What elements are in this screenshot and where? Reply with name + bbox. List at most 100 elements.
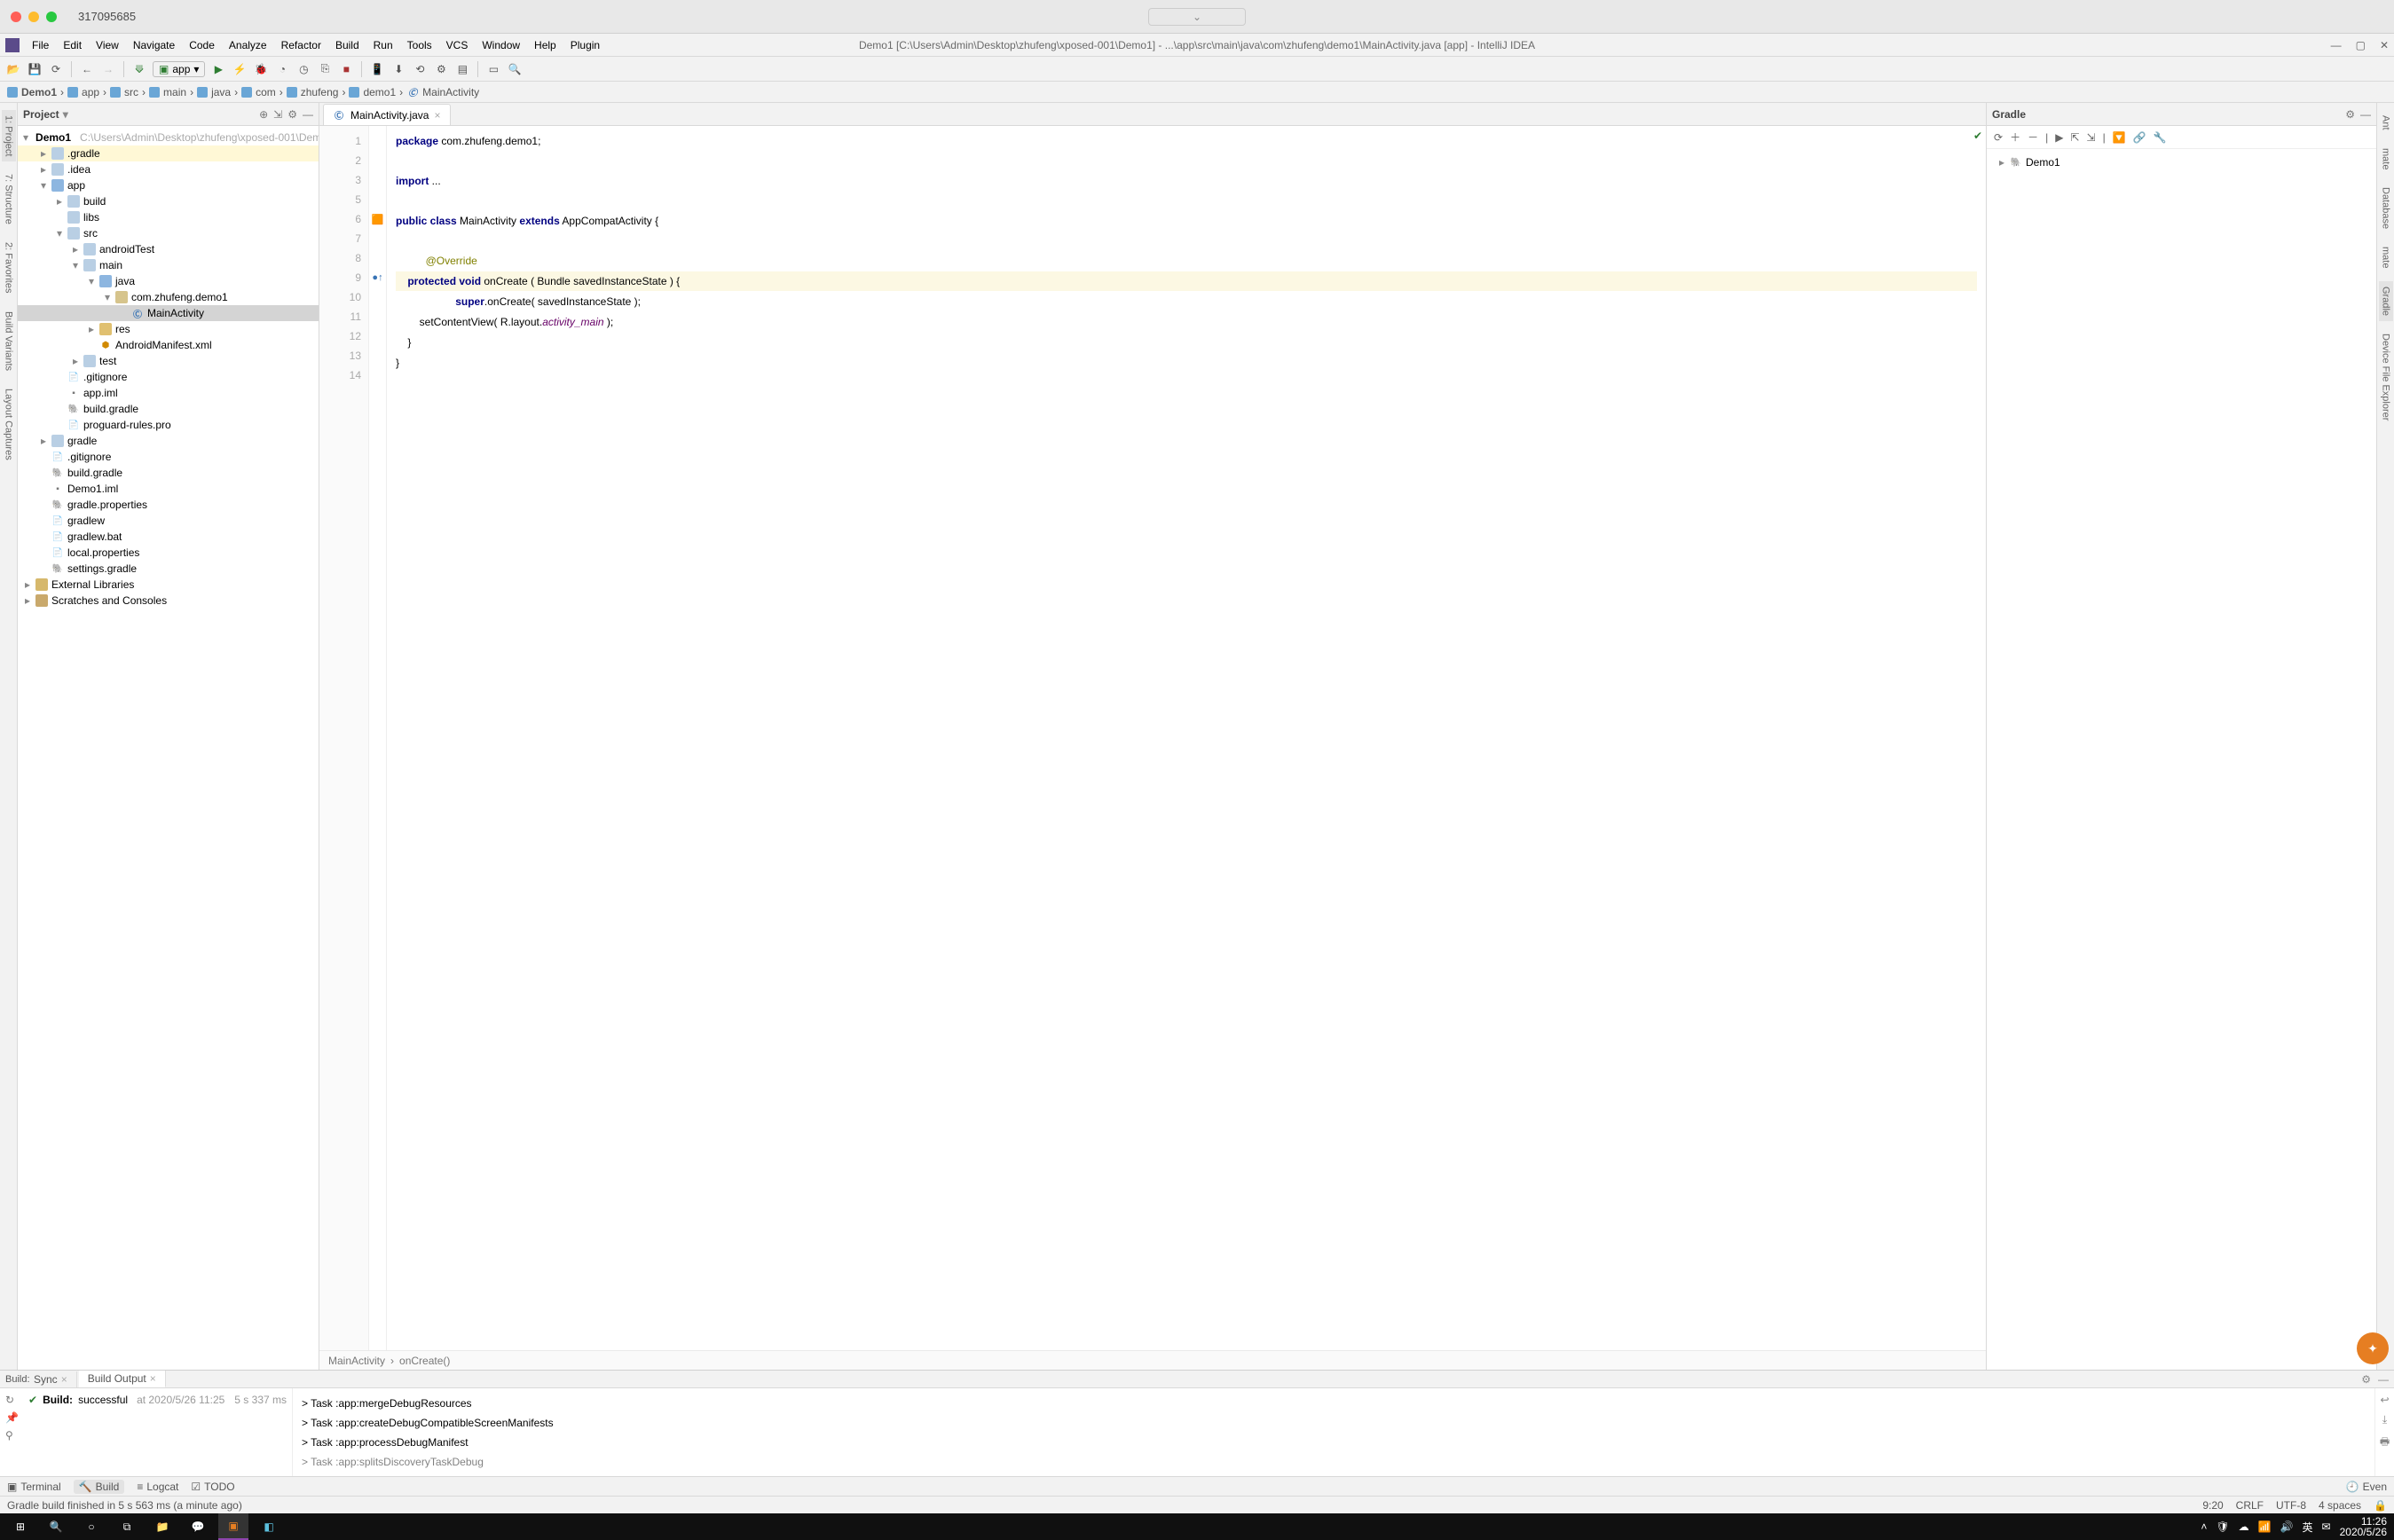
- stop-button[interactable]: ■: [338, 61, 354, 77]
- close-window-button[interactable]: [11, 12, 21, 22]
- related-xml-icon[interactable]: 🟧: [369, 209, 386, 229]
- run-config-selector[interactable]: ▣ app ▾: [153, 61, 205, 77]
- search-icon[interactable]: 🔍: [507, 61, 523, 77]
- tab-mate1[interactable]: mate: [2379, 143, 2393, 175]
- avd-icon[interactable]: 📱: [369, 61, 385, 77]
- tray-cloud-icon[interactable]: ☁: [2239, 1520, 2249, 1533]
- tree-appiml[interactable]: ▪app.iml: [18, 385, 319, 401]
- tab-database[interactable]: Database: [2379, 182, 2393, 234]
- tab-gradle[interactable]: Gradle: [2379, 281, 2393, 321]
- menu-help[interactable]: Help: [529, 36, 562, 54]
- filter-icon[interactable]: ⚲: [5, 1429, 23, 1442]
- build-output-pane[interactable]: > Task :app:mergeDebugResources > Task :…: [293, 1388, 2374, 1477]
- crumb-com[interactable]: com: [241, 86, 276, 98]
- menu-tools[interactable]: Tools: [402, 36, 437, 54]
- app-button[interactable]: ◧: [254, 1513, 284, 1540]
- wrench-icon[interactable]: 🔧: [2154, 131, 2167, 144]
- profile-icon[interactable]: ◷: [295, 61, 311, 77]
- menu-vcs[interactable]: VCS: [441, 36, 474, 54]
- menu-navigate[interactable]: Navigate: [128, 36, 180, 54]
- crumb-java[interactable]: java: [197, 86, 231, 98]
- tree-gitignore2[interactable]: 📄.gitignore: [18, 449, 319, 465]
- crumb-demo1pkg[interactable]: demo1: [349, 86, 396, 98]
- tab-device-explorer[interactable]: Device File Explorer: [2379, 328, 2393, 426]
- hide-icon[interactable]: —: [2378, 1373, 2389, 1386]
- minus-icon[interactable]: －: [2028, 130, 2038, 145]
- ide-minimize-icon[interactable]: —: [2331, 39, 2342, 51]
- menu-view[interactable]: View: [91, 36, 124, 54]
- tab-structure[interactable]: 7: Structure: [2, 169, 16, 230]
- tab-favorites[interactable]: 2: Favorites: [2, 237, 16, 298]
- link-icon[interactable]: 🔗: [2133, 131, 2146, 144]
- zoom-window-button[interactable]: [46, 12, 57, 22]
- tree-buildgradle2[interactable]: 🐘build.gradle: [18, 465, 319, 481]
- tree-buildgradle[interactable]: 🐘build.gradle: [18, 401, 319, 417]
- reload-icon[interactable]: ⟳: [1994, 131, 2003, 144]
- line-separator[interactable]: CRLF: [2236, 1499, 2264, 1512]
- open-icon[interactable]: 📂: [5, 61, 21, 77]
- tree-gitignore[interactable]: 📄.gitignore: [18, 369, 319, 385]
- tree-java[interactable]: ▾java: [18, 273, 319, 289]
- tool-logcat[interactable]: ≡ Logcat: [137, 1481, 178, 1493]
- editor-tab-mainactivity[interactable]: Ⓒ MainActivity.java ×: [323, 104, 451, 125]
- execute-icon[interactable]: ▶: [2055, 131, 2063, 144]
- menu-build[interactable]: Build: [330, 36, 365, 54]
- gear-icon[interactable]: ⚙: [287, 108, 297, 121]
- tree-gradle-dir[interactable]: ▸.gradle: [18, 145, 319, 161]
- crumb-demo1[interactable]: Demo1: [7, 86, 57, 98]
- menu-refactor[interactable]: Refactor: [276, 36, 327, 54]
- gear-icon[interactable]: ⚙: [2361, 1373, 2371, 1386]
- tree-gradlewbat[interactable]: 📄gradlew.bat: [18, 529, 319, 545]
- menu-plugin[interactable]: Plugin: [565, 36, 605, 54]
- layout-icon[interactable]: ▭: [485, 61, 501, 77]
- close-icon[interactable]: ×: [434, 109, 440, 122]
- sdk-icon[interactable]: ⬇: [390, 61, 406, 77]
- structure-icon[interactable]: ▤: [454, 61, 470, 77]
- menu-file[interactable]: File: [27, 36, 54, 54]
- tray-defender-icon[interactable]: 🛡: [2216, 1520, 2229, 1533]
- tree-settingsgradle[interactable]: 🐘settings.gradle: [18, 561, 319, 577]
- soft-wrap-icon[interactable]: ↩: [2380, 1394, 2389, 1406]
- tree-main[interactable]: ▾main: [18, 257, 319, 273]
- tool-terminal[interactable]: ▣ Terminal: [7, 1481, 61, 1493]
- crumb-main[interactable]: main: [149, 86, 186, 98]
- menu-run[interactable]: Run: [368, 36, 398, 54]
- tool-build[interactable]: 🔨 Build: [74, 1480, 125, 1494]
- plus-icon[interactable]: ＋: [2010, 130, 2020, 145]
- debug-button[interactable]: 🐞: [253, 61, 269, 77]
- tray-network-icon[interactable]: 📶: [2258, 1520, 2272, 1533]
- file-encoding[interactable]: UTF-8: [2276, 1499, 2306, 1512]
- project-tree[interactable]: ▾Demo1C:\Users\Admin\Desktop\zhufeng\xpo…: [18, 126, 319, 1370]
- target-icon[interactable]: ⊕: [259, 108, 268, 121]
- build-tab-sync[interactable]: Sync×: [25, 1371, 77, 1387]
- tree-libs[interactable]: libs: [18, 209, 319, 225]
- tab-layout-captures[interactable]: Layout Captures: [2, 383, 16, 466]
- lock-icon[interactable]: 🔒: [2374, 1499, 2387, 1512]
- build-tab-output[interactable]: Build Output×: [79, 1371, 166, 1387]
- rerun-icon[interactable]: ↻: [5, 1394, 23, 1406]
- tree-scratches[interactable]: ▸Scratches and Consoles: [18, 593, 319, 609]
- menu-edit[interactable]: Edit: [58, 36, 87, 54]
- tree-proguard[interactable]: 📄proguard-rules.pro: [18, 417, 319, 433]
- tab-build-variants[interactable]: Build Variants: [2, 306, 16, 376]
- tree-root[interactable]: ▾Demo1C:\Users\Admin\Desktop\zhufeng\xpo…: [18, 130, 319, 145]
- gear-icon[interactable]: ⚙: [2345, 108, 2355, 121]
- tree-res[interactable]: ▸res: [18, 321, 319, 337]
- ide-maximize-icon[interactable]: ▢: [2356, 39, 2366, 51]
- pin-icon[interactable]: 📌: [5, 1411, 23, 1424]
- tool-eventlog[interactable]: 🕘 Even: [2346, 1481, 2387, 1493]
- tray-ime-indicator[interactable]: 英: [2303, 1520, 2313, 1535]
- tab-project[interactable]: 1: Project: [2, 110, 16, 161]
- tray-clock[interactable]: 11:262020/5/26: [2340, 1516, 2387, 1537]
- crumb-zhufeng[interactable]: zhufeng: [287, 86, 339, 98]
- tray-notify-icon[interactable]: ✉: [2322, 1520, 2331, 1533]
- settings-icon[interactable]: ⚙: [433, 61, 449, 77]
- tree-build[interactable]: ▸build: [18, 193, 319, 209]
- tree-test[interactable]: ▸test: [18, 353, 319, 369]
- tree-ext-libraries[interactable]: ▸External Libraries: [18, 577, 319, 593]
- tree-app[interactable]: ▾app: [18, 177, 319, 193]
- hide-icon[interactable]: —: [2360, 108, 2371, 121]
- editor-body[interactable]: ✔ 123567891011121314 🟧 ●↑ package com.zh…: [319, 126, 1986, 1350]
- menu-code[interactable]: Code: [184, 36, 220, 54]
- sync-icon[interactable]: ⟲: [412, 61, 428, 77]
